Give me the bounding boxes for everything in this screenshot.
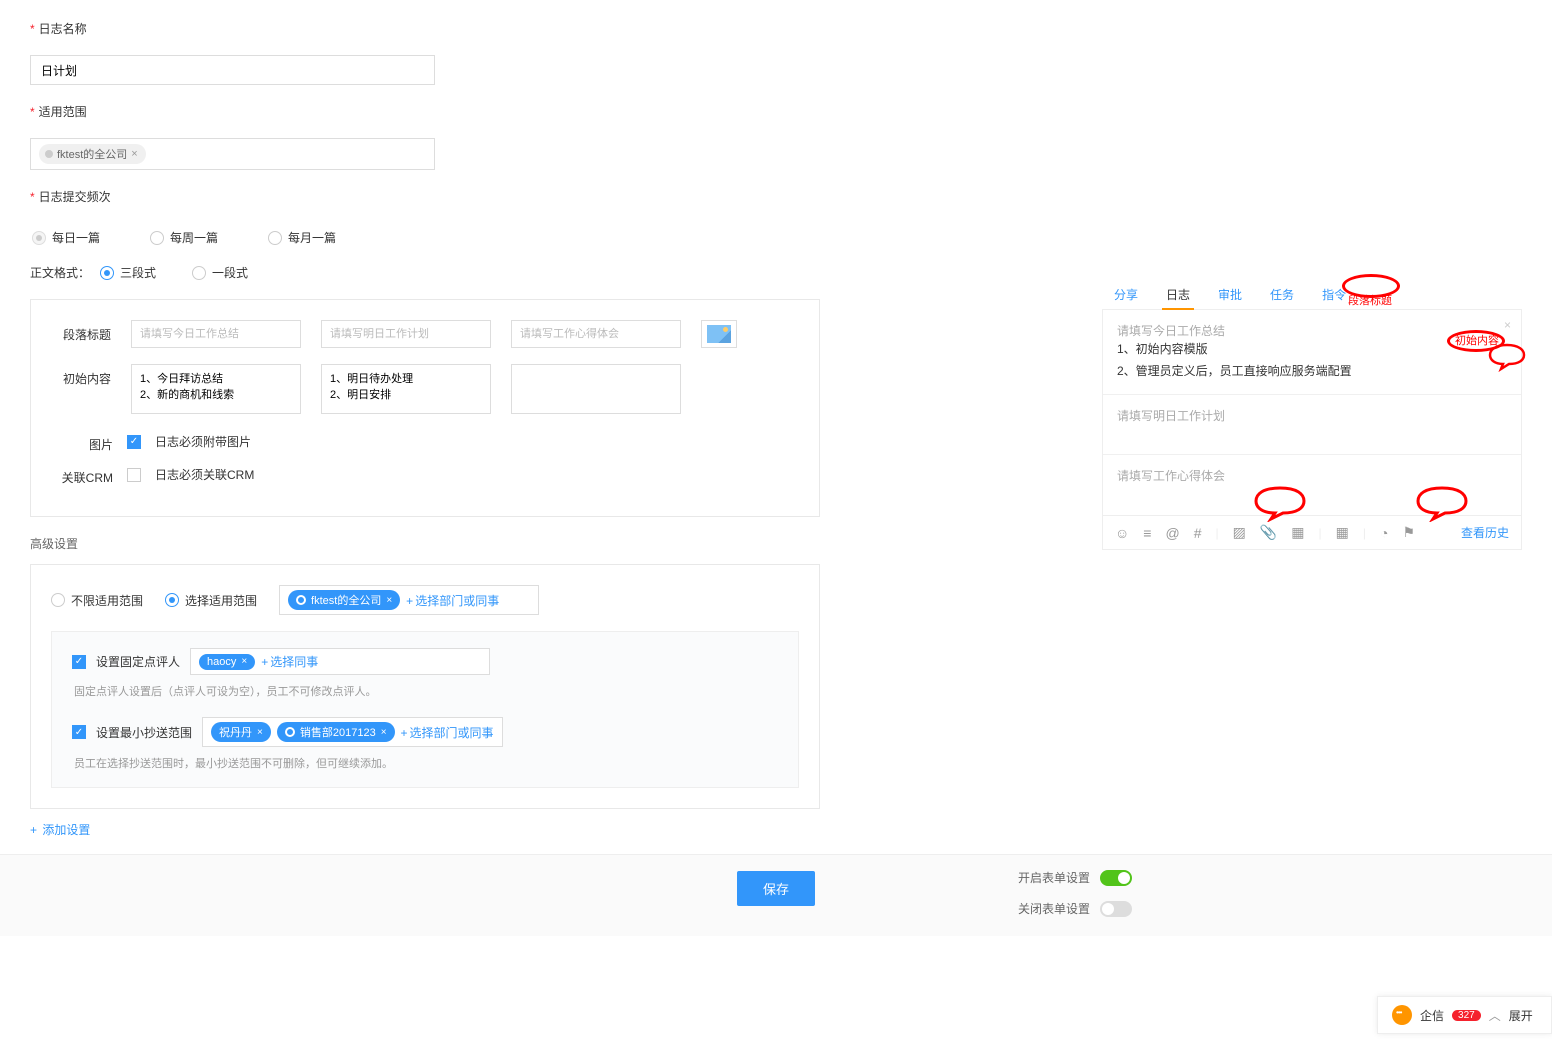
grid-icon[interactable]: ▦ <box>1336 524 1349 541</box>
cc-box[interactable]: 祝丹丹× 销售部2017123× +选择部门或同事 <box>202 717 503 747</box>
chat-widget[interactable]: 企信 327 ︿ 展开 <box>1377 996 1552 1034</box>
freq-weekly[interactable]: 每周一篇 <box>150 229 218 246</box>
preview-block-3[interactable]: 请填写工作心得体会 <box>1103 455 1521 515</box>
emoji-icon[interactable]: ☺ <box>1115 525 1129 541</box>
chat-label: 企信 <box>1420 1007 1444 1024</box>
log-name-input[interactable] <box>30 55 435 85</box>
col1-title[interactable] <box>131 320 301 348</box>
crm-label: 关联CRM <box>51 463 113 486</box>
save-button[interactable]: 保存 <box>737 871 815 906</box>
frequency-label: 日志提交频次 <box>30 185 111 204</box>
section-box: 段落标题 初始内容 图片 ✓ 日志必须附带图片 关联CRM 日志必须关联CRM <box>30 299 820 517</box>
cc-tag-2[interactable]: 销售部2017123× <box>277 722 395 742</box>
advanced-sub: ✓ 设置固定点评人 haocy× +选择同事 固定点评人设置后（点评人可设为空）… <box>51 631 799 788</box>
caret-up-icon: ︿ <box>1489 1007 1501 1024</box>
col2-title[interactable] <box>321 320 491 348</box>
image-label: 图片 <box>73 430 113 453</box>
col3-title[interactable] <box>511 320 681 348</box>
image-placeholder[interactable] <box>701 320 737 348</box>
close-icon[interactable]: × <box>131 148 137 160</box>
format-three[interactable]: 三段式 <box>100 264 156 281</box>
cc-tag-1[interactable]: 祝丹丹× <box>211 722 271 742</box>
tab-log[interactable]: 日志 <box>1162 280 1194 309</box>
body-format-label: 正文格式： <box>30 264 90 281</box>
scope-selected-tag[interactable]: fktest的全公司× <box>288 590 400 610</box>
advanced-box: 不限适用范围 选择适用范围 fktest的全公司× +选择部门或同事 ✓ 设置固… <box>30 564 820 809</box>
scope-tag[interactable]: fktest的全公司 × <box>39 144 146 164</box>
form-on-toggle[interactable] <box>1100 870 1132 886</box>
view-history-link[interactable]: 查看历史 <box>1461 524 1509 541</box>
add-setting-link[interactable]: + 添加设置 <box>30 821 90 838</box>
section-title-label: 段落标题 <box>51 320 111 343</box>
chat-badge: 327 <box>1452 1010 1481 1021</box>
select-dept-link[interactable]: +选择部门或同事 <box>406 592 499 609</box>
scope-label: 适用范围 <box>30 100 87 119</box>
cc-select-link[interactable]: +选择部门或同事 <box>401 724 494 741</box>
list-icon[interactable]: ≡ <box>1143 525 1151 541</box>
init-content-label: 初始内容 <box>51 364 111 387</box>
scope-select-box[interactable]: fktest的全公司× +选择部门或同事 <box>279 585 539 615</box>
image-icon <box>707 325 731 343</box>
cc-hint: 员工在选择抄送范围时，最小抄送范围不可删除，但可继续添加。 <box>74 755 778 771</box>
tab-task[interactable]: 任务 <box>1266 280 1298 309</box>
preview-block-1[interactable]: × 请填写今日工作总结 1、初始内容模版 2、管理员定义后，员工直接响应服务端配… <box>1103 310 1521 395</box>
close-icon[interactable]: × <box>386 595 392 606</box>
fixed-reviewer-label: 设置固定点评人 <box>96 653 180 670</box>
reviewer-hint: 固定点评人设置后（点评人可设为空），员工不可修改点评人。 <box>74 683 778 699</box>
preview-toolbar: ☺ ≡ @ # | ▨ 📎 ▦ | ▦ | ◔ ⚑ 查看历史 <box>1103 515 1521 549</box>
chat-expand: 展开 <box>1509 1007 1533 1024</box>
image-icon[interactable]: ▨ <box>1233 524 1246 541</box>
attach-icon[interactable]: 📎 <box>1260 524 1277 541</box>
min-cc-label: 设置最小抄送范围 <box>96 724 192 741</box>
fixed-reviewer-checkbox[interactable]: ✓ <box>72 655 86 669</box>
at-icon[interactable]: @ <box>1165 525 1179 541</box>
freq-daily[interactable]: 每日一篇 <box>32 229 100 246</box>
close-icon[interactable]: × <box>241 656 247 667</box>
col3-content[interactable] <box>511 364 681 414</box>
close-icon[interactable]: × <box>381 727 387 738</box>
frequency-group: 每日一篇 每周一篇 每月一篇 <box>32 229 336 246</box>
clock-icon[interactable]: ◔ <box>1380 525 1388 541</box>
preview-panel: 分享 日志 审批 任务 指令 段落标题 × 请填写今日工作总结 1、初始内容模版… <box>1102 280 1522 550</box>
preview-close[interactable]: × <box>1504 318 1511 332</box>
hash-icon[interactable]: # <box>1194 525 1202 541</box>
preview-tabs: 分享 日志 审批 任务 指令 <box>1102 280 1522 310</box>
freq-monthly[interactable]: 每月一篇 <box>268 229 336 246</box>
log-name-label: 日志名称 <box>30 17 87 36</box>
reviewer-tag[interactable]: haocy× <box>199 654 255 670</box>
people-icon[interactable]: ⚑ <box>1402 524 1415 541</box>
select-colleague-link[interactable]: +选择同事 <box>261 653 318 670</box>
form-off-toggle[interactable] <box>1100 901 1132 917</box>
chat-icon <box>1392 1005 1412 1025</box>
form-on-label: 开启表单设置 <box>1018 869 1090 886</box>
preview-block-2[interactable]: 请填写明日工作计划 <box>1103 395 1521 455</box>
close-icon[interactable]: × <box>257 727 263 738</box>
format-one[interactable]: 一段式 <box>192 264 248 281</box>
col1-content[interactable] <box>131 364 301 414</box>
require-image-label: 日志必须附带图片 <box>155 433 251 450</box>
reviewer-box[interactable]: haocy× +选择同事 <box>190 648 490 675</box>
scope-tag-box[interactable]: fktest的全公司 × <box>30 138 435 170</box>
require-crm-label: 日志必须关联CRM <box>155 466 254 483</box>
require-image-checkbox[interactable]: ✓ <box>127 435 141 449</box>
tab-share[interactable]: 分享 <box>1110 280 1142 309</box>
form-off-label: 关闭表单设置 <box>1018 900 1090 917</box>
min-cc-checkbox[interactable]: ✓ <box>72 725 86 739</box>
scope-unlimited[interactable]: 不限适用范围 <box>51 592 143 609</box>
col2-content[interactable] <box>321 364 491 414</box>
require-crm-checkbox[interactable] <box>127 468 141 482</box>
scope-select[interactable]: 选择适用范围 <box>165 592 257 609</box>
calendar-icon[interactable]: ▦ <box>1291 524 1304 541</box>
tab-approval[interactable]: 审批 <box>1214 280 1246 309</box>
footer: 保存 开启表单设置 关闭表单设置 <box>0 854 1552 936</box>
tab-order[interactable]: 指令 <box>1318 280 1350 309</box>
